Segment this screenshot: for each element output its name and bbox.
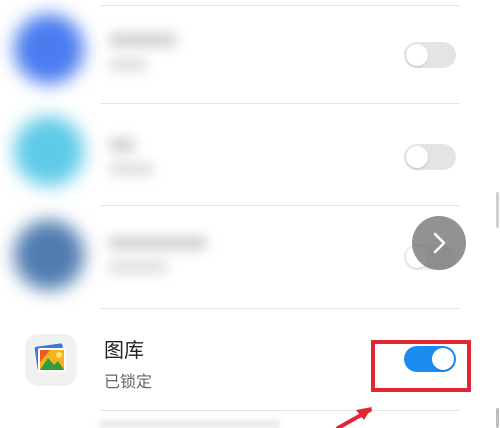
app-name: 图库 (104, 338, 144, 362)
lock-toggle[interactable] (404, 144, 456, 170)
gallery-icon (26, 334, 76, 384)
scrollbar[interactable] (496, 192, 499, 228)
red-arrow-icon (336, 407, 372, 428)
list-item-gallery[interactable]: 图库 已锁定 (0, 310, 500, 410)
app-name-blurred (108, 236, 208, 250)
app-status-blurred (108, 162, 154, 176)
list-item[interactable] (0, 0, 500, 100)
highlight-box (371, 340, 471, 392)
list-item-blurred (100, 420, 280, 428)
app-status-blurred (108, 260, 168, 274)
app-name-blurred (108, 138, 136, 152)
app-lock-list: 图库 已锁定 (0, 0, 500, 428)
toggle-knob (406, 146, 428, 168)
divider (100, 410, 460, 411)
lock-toggle[interactable] (404, 42, 456, 68)
app-name-blurred (108, 33, 178, 47)
next-button[interactable] (412, 216, 466, 270)
divider (100, 308, 460, 309)
app-icon-blurred (14, 220, 84, 290)
app-icon-blurred (14, 116, 84, 186)
toggle-knob (406, 44, 428, 66)
app-status-blurred (108, 58, 148, 72)
app-status: 已锁定 (104, 372, 153, 391)
app-icon-blurred (14, 14, 84, 84)
list-item[interactable] (0, 100, 500, 200)
scrollbar[interactable] (496, 408, 499, 428)
chevron-right-icon (433, 232, 446, 254)
